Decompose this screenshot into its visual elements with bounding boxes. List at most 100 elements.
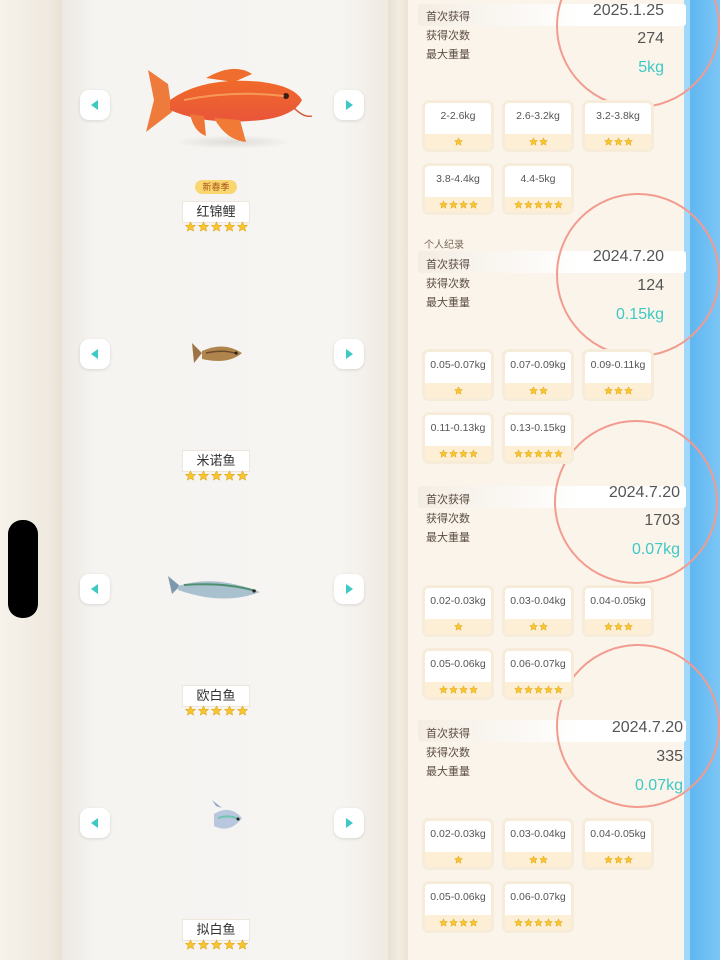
weight-range-label: 3.8-4.4kg (436, 173, 480, 185)
weight-range-card[interactable]: 0.05-0.06kg (422, 881, 494, 933)
star-icon (603, 622, 613, 631)
weight-range-card[interactable]: 3.2-3.8kg (582, 100, 654, 152)
star-icon (458, 685, 468, 694)
weight-range-label: 0.13-0.15kg (510, 422, 566, 434)
weight-stars (425, 682, 491, 697)
max-weight-label: 最大重量 (426, 49, 470, 61)
star-icon (603, 386, 613, 395)
star-icon (613, 855, 623, 864)
weight-range-card[interactable]: 0.03-0.04kg (502, 585, 574, 637)
weight-stars (585, 619, 651, 634)
weight-range-card[interactable]: 0.03-0.04kg (502, 818, 574, 870)
max-weight-label: 最大重量 (426, 297, 470, 309)
star-icon (543, 685, 553, 694)
catch-count-label: 获得次数 (426, 747, 470, 759)
arrow-left-icon (91, 584, 98, 594)
minnow-fish-icon (192, 343, 242, 363)
first-catch-label: 首次获得 (426, 259, 470, 271)
fish-card: 拟白鱼 (62, 718, 388, 953)
weight-stars (505, 134, 571, 149)
fish-name: 欧白鱼 (182, 685, 250, 707)
star-icon (197, 470, 209, 481)
star-icon (210, 939, 222, 950)
star-icon (523, 200, 533, 209)
weight-range-card[interactable]: 0.04-0.05kg (582, 818, 654, 870)
star-icon (553, 449, 563, 458)
first-catch-label: 首次获得 (426, 11, 470, 23)
rarity-stars (180, 221, 252, 233)
star-icon (236, 939, 248, 950)
weight-range-card[interactable]: 0.05-0.07kg (422, 349, 494, 401)
prev-fish-button[interactable] (80, 90, 110, 120)
star-icon (438, 685, 448, 694)
next-fish-button[interactable] (334, 90, 364, 120)
star-icon (623, 386, 633, 395)
star-icon (438, 449, 448, 458)
star-icon (528, 386, 538, 395)
star-icon (553, 200, 563, 209)
star-icon (184, 939, 196, 950)
star-icon (528, 137, 538, 146)
next-fish-button[interactable] (334, 339, 364, 369)
star-icon (438, 200, 448, 209)
weight-range-card[interactable]: 2.6-3.2kg (502, 100, 574, 152)
book-gutter (388, 0, 410, 960)
weight-stars (585, 383, 651, 398)
weight-range-card[interactable]: 0.02-0.03kg (422, 585, 494, 637)
star-icon (236, 705, 248, 716)
arrow-left-icon (91, 100, 98, 110)
star-icon (453, 137, 463, 146)
weight-range-label: 0.11-0.13kg (430, 422, 486, 434)
weight-range-label: 4.4-5kg (520, 173, 556, 185)
star-icon (448, 200, 458, 209)
weight-range-label: 2.6-3.2kg (516, 110, 560, 122)
next-fish-button[interactable] (334, 808, 364, 838)
weight-range-card[interactable]: 0.05-0.06kg (422, 648, 494, 700)
weight-range-label: 0.06-0.07kg (510, 658, 566, 670)
weight-range-label: 0.03-0.04kg (510, 828, 566, 840)
weight-range-label: 0.06-0.07kg (510, 891, 566, 903)
weight-range-card[interactable]: 0.04-0.05kg (582, 585, 654, 637)
weight-range-label: 0.05-0.06kg (430, 891, 486, 903)
star-icon (236, 221, 248, 232)
rarity-stars (180, 939, 252, 951)
weight-range-card[interactable]: 2-2.6kg (422, 100, 494, 152)
weight-stars (425, 446, 491, 461)
weight-stars (585, 134, 651, 149)
star-icon (603, 137, 613, 146)
star-icon (538, 622, 548, 631)
star-icon (523, 449, 533, 458)
weight-stars (505, 682, 571, 697)
weight-range-card[interactable]: 0.07-0.09kg (502, 349, 574, 401)
weight-range-label: 0.05-0.06kg (430, 658, 486, 670)
weight-range-card[interactable]: 0.13-0.15kg (502, 412, 574, 464)
prev-fish-button[interactable] (80, 574, 110, 604)
weight-range-card[interactable]: 0.11-0.13kg (422, 412, 494, 464)
star-icon (613, 622, 623, 631)
star-icon (468, 918, 478, 927)
prev-fish-button[interactable] (80, 808, 110, 838)
arrow-right-icon (346, 100, 353, 110)
next-fish-button[interactable] (334, 574, 364, 604)
star-icon (453, 855, 463, 864)
weight-range-card[interactable]: 0.09-0.11kg (582, 349, 654, 401)
star-icon (613, 386, 623, 395)
weight-range-card[interactable]: 4.4-5kg (502, 163, 574, 215)
star-icon (528, 855, 538, 864)
star-icon (184, 470, 196, 481)
star-icon (210, 705, 222, 716)
weight-range-label: 0.04-0.05kg (590, 595, 646, 607)
fish-name: 红锦鲤 (182, 201, 250, 223)
side-drag-handle[interactable] (8, 520, 38, 618)
star-icon (513, 685, 523, 694)
star-icon (623, 622, 633, 631)
star-icon (513, 449, 523, 458)
weight-range-card[interactable]: 0.06-0.07kg (502, 881, 574, 933)
star-icon (184, 221, 196, 232)
weight-range-card[interactable]: 0.02-0.03kg (422, 818, 494, 870)
star-icon (197, 221, 209, 232)
weight-range-card[interactable]: 0.06-0.07kg (502, 648, 574, 700)
weight-range-card[interactable]: 3.8-4.4kg (422, 163, 494, 215)
bleak-fish-icon (168, 576, 260, 599)
prev-fish-button[interactable] (80, 339, 110, 369)
